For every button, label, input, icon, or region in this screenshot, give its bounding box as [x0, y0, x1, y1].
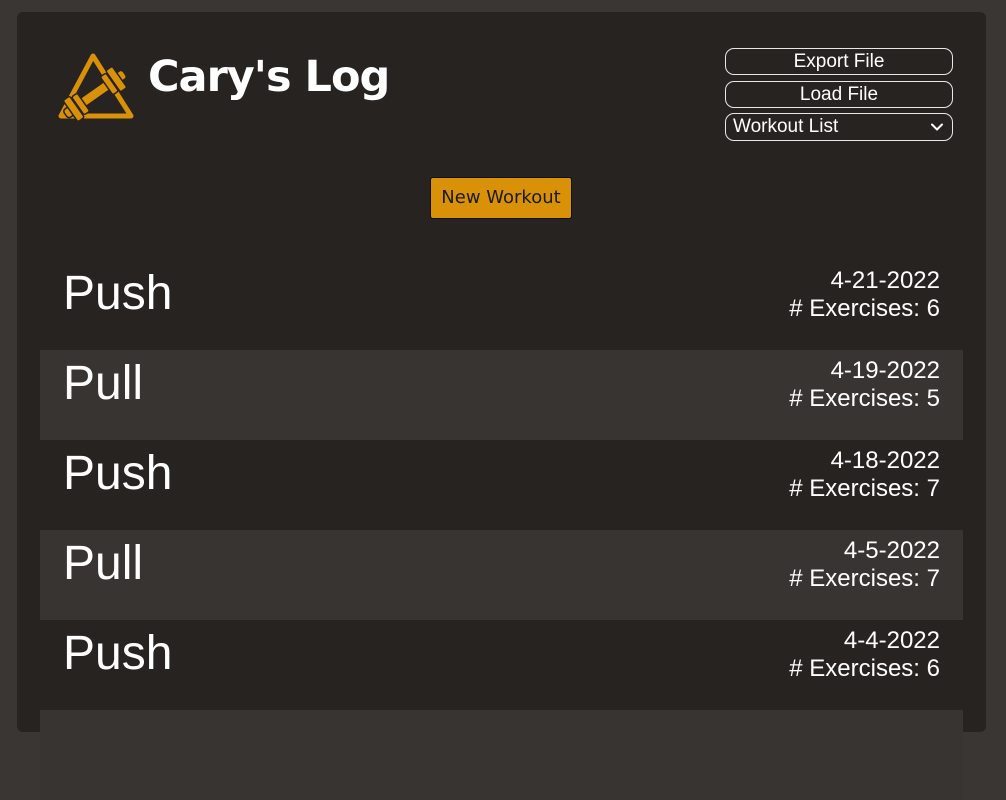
app-panel: Cary's Log Export File Load File Workout… — [17, 12, 986, 800]
workout-row[interactable]: Pull 4-19-2022 # Exercises: 5 — [40, 350, 963, 440]
exercise-count-value: 6 — [926, 655, 940, 682]
workout-row[interactable]: Push 4-4-2022 # Exercises: 6 — [40, 620, 963, 710]
exercise-count-label: # Exercises: — [789, 655, 927, 682]
workout-list-select[interactable]: Workout List — [725, 113, 953, 141]
workout-exercise-count: # Exercises: 6 — [789, 655, 940, 683]
workout-row[interactable]: Pull 4-5-2022 # Exercises: 7 — [40, 530, 963, 620]
workout-list: Push 4-21-2022 # Exercises: 6 Pull 4-19-… — [40, 260, 963, 800]
workout-name: Push — [63, 627, 173, 680]
workout-date: 4-4-2022 — [843, 627, 940, 654]
exercise-count-label: # Exercises: — [789, 385, 927, 412]
workout-date: 4-19-2022 — [830, 357, 940, 384]
chevron-down-icon — [931, 123, 943, 131]
app-title: Cary's Log — [148, 52, 390, 102]
workout-exercise-count: # Exercises: 5 — [789, 385, 940, 413]
exercise-count-value: 7 — [926, 475, 940, 502]
exercise-count-label: # Exercises: — [789, 295, 927, 322]
workout-exercise-count: # Exercises: 7 — [789, 475, 940, 503]
workout-row[interactable]: Push 4-18-2022 # Exercises: 7 — [40, 440, 963, 530]
workout-exercise-count: # Exercises: 6 — [789, 295, 940, 323]
exercise-count-label: # Exercises: — [789, 475, 927, 502]
exercise-count-label: # Exercises: — [789, 565, 927, 592]
exercise-count-value: 6 — [926, 295, 940, 322]
workout-row-partial[interactable] — [40, 710, 963, 800]
workout-date: 4-18-2022 — [830, 447, 940, 474]
workout-name: Pull — [63, 537, 144, 590]
workout-name: Push — [63, 267, 173, 320]
dumbbell-triangle-icon — [58, 53, 134, 122]
export-file-button[interactable]: Export File — [725, 48, 953, 75]
exercise-count-value: 7 — [926, 565, 940, 592]
workout-date: 4-21-2022 — [830, 267, 940, 294]
workout-list-select-value: Workout List — [733, 116, 839, 137]
new-workout-button[interactable]: New Workout — [430, 177, 572, 219]
load-file-button[interactable]: Load File — [725, 81, 953, 108]
workout-date: 4-5-2022 — [843, 537, 940, 564]
exercise-count-value: 5 — [926, 385, 940, 412]
workout-name: Push — [63, 447, 173, 500]
workout-name: Pull — [63, 357, 144, 410]
workout-exercise-count: # Exercises: 7 — [789, 565, 940, 593]
workout-row[interactable]: Push 4-21-2022 # Exercises: 6 — [40, 260, 963, 350]
